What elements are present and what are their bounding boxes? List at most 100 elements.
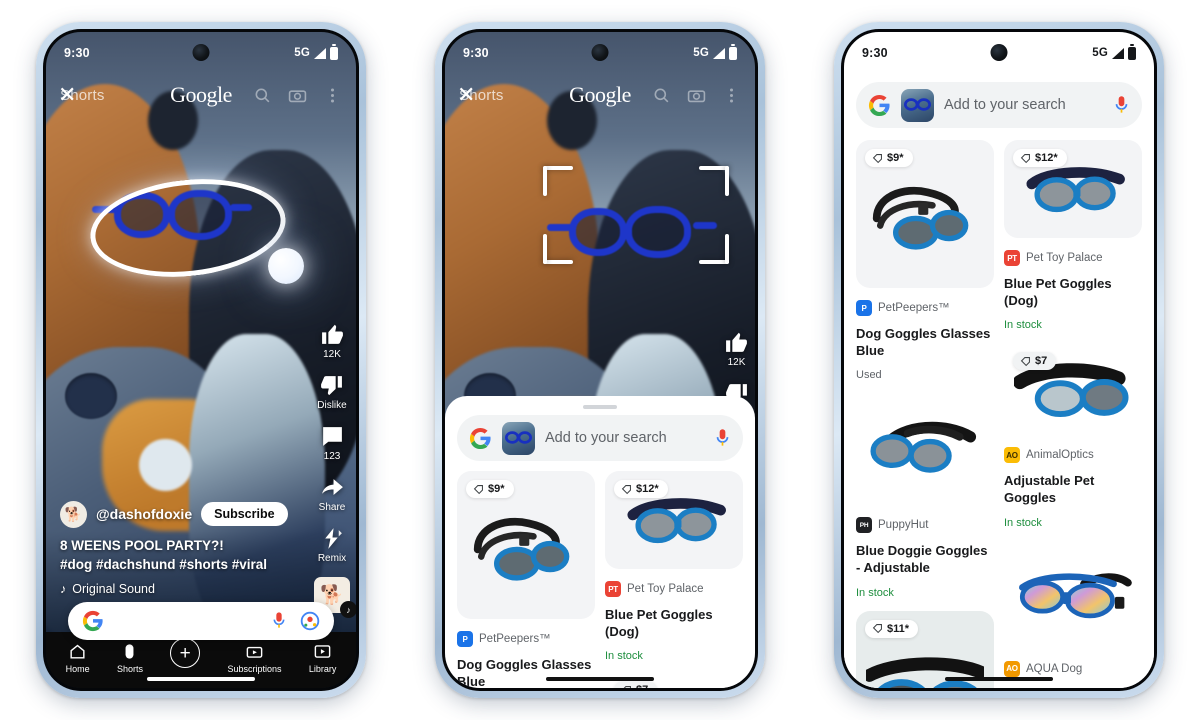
mic-icon[interactable] xyxy=(271,610,287,632)
merchant-row[interactable]: PT Pet Toy Palace xyxy=(605,581,743,597)
search-input[interactable]: Add to your search xyxy=(545,430,704,446)
google-wordmark: Google xyxy=(569,82,631,107)
create-icon: + xyxy=(170,638,201,668)
product-title[interactable]: Blue Doggie Goggles - Adjustable xyxy=(856,543,994,576)
product-status: In stock xyxy=(605,650,643,663)
search-icon[interactable] xyxy=(652,86,671,105)
product-card[interactable] xyxy=(1004,542,1142,649)
price-badge: $11* xyxy=(865,619,919,638)
dislike-button[interactable]: Dislike xyxy=(317,373,347,411)
google-search-pill[interactable] xyxy=(68,602,334,640)
search-input[interactable]: Add to your search xyxy=(944,97,1103,113)
product-title[interactable]: Blue Pet Goggles (Dog) xyxy=(605,607,743,640)
merchant-row[interactable]: PH PuppyHut xyxy=(856,517,994,534)
phone-2-screen: 9:30 5G Shorts ✕ Google 12K Add to your … xyxy=(445,32,755,688)
close-icon[interactable]: ✕ xyxy=(58,84,76,106)
lens-search-bar[interactable]: Add to your search xyxy=(856,82,1142,128)
product-title[interactable]: Puppy Goggles (Blue) Universal Size xyxy=(1004,687,1142,689)
share-button[interactable]: Share xyxy=(319,475,345,513)
front-camera-punch-hole xyxy=(192,44,210,61)
remix-button[interactable]: Remix xyxy=(318,526,346,564)
lens-results-sheet: Add to your search $9* P PetPeepers™ Dog… xyxy=(445,396,755,688)
nav-library[interactable]: Library xyxy=(309,642,336,674)
google-g-icon xyxy=(82,610,103,632)
channel-handle[interactable]: @dashofdoxie xyxy=(96,506,192,522)
overflow-menu-icon[interactable] xyxy=(323,86,342,105)
camera-icon[interactable] xyxy=(288,86,307,105)
merchant-row[interactable]: PT Pet Toy Palace xyxy=(1004,250,1142,266)
phone-3-product-results: $9* P PetPeepers™ Dog Goggles Glasses Bl… xyxy=(844,140,1154,688)
sheet-grabber[interactable] xyxy=(583,405,617,409)
product-title[interactable]: Blue Pet Goggles (Dog) xyxy=(1004,276,1142,309)
product-card[interactable]: $12* xyxy=(1004,140,1142,238)
mic-icon[interactable] xyxy=(714,427,731,450)
merchant-badge: P xyxy=(856,300,872,316)
lens-search-bar[interactable]: Add to your search xyxy=(457,415,743,461)
selected-region-thumbnail[interactable] xyxy=(502,421,535,455)
tag-icon xyxy=(872,153,882,163)
comments-button[interactable]: 123 xyxy=(320,424,345,462)
product-title[interactable]: Dog Goggles Glasses Blue xyxy=(457,657,595,688)
nav-home[interactable]: Home xyxy=(66,642,90,674)
android-home-indicator[interactable] xyxy=(945,677,1053,681)
avatar[interactable]: 🐕 xyxy=(60,500,87,528)
selected-region-thumbnail[interactable] xyxy=(901,88,934,122)
share-icon xyxy=(321,479,343,495)
android-home-indicator[interactable] xyxy=(147,677,255,681)
product-title[interactable]: Adjustable Pet Goggles xyxy=(1004,473,1142,506)
like-button[interactable]: 12K xyxy=(724,330,749,368)
search-icon[interactable] xyxy=(253,86,272,105)
bracket-bottom-left xyxy=(543,234,573,264)
android-home-indicator[interactable] xyxy=(546,677,654,681)
thumbs-up-icon xyxy=(726,332,747,352)
nav-shorts[interactable]: Shorts xyxy=(117,642,143,674)
lens-selection-brackets[interactable] xyxy=(543,166,729,264)
phone-1: 9:30 5G Shorts ✕ Google 12K Dislike 123 … xyxy=(36,22,366,698)
signal-icon xyxy=(1112,47,1124,59)
status-network: 5G xyxy=(693,47,709,59)
merchant-row[interactable]: AO AQUA Dog xyxy=(1004,660,1142,677)
camera-icon[interactable] xyxy=(687,86,706,105)
phone-1-topbar: Shorts ✕ Google xyxy=(46,74,356,116)
nav-shorts-label: Shorts xyxy=(116,664,143,674)
tag-icon xyxy=(872,624,882,634)
mic-icon[interactable] xyxy=(1113,94,1130,117)
product-card[interactable] xyxy=(856,393,994,506)
nav-home-label: Home xyxy=(65,664,90,674)
close-icon[interactable]: ✕ xyxy=(457,84,475,106)
nav-create[interactable]: + xyxy=(170,638,201,674)
screenshot-stage: 9:30 5G Shorts ✕ Google 12K Dislike 123 … xyxy=(0,0,1200,720)
merchant-badge: AO xyxy=(1004,660,1020,677)
merchant-badge: AO xyxy=(1004,447,1020,464)
merchant-badge: PH xyxy=(856,517,872,534)
results-column-left: $9* P PetPeepers™ Dog Goggles Glasses Bl… xyxy=(856,140,994,688)
product-card[interactable]: $9* xyxy=(856,140,994,288)
phone-2-bezel: 9:30 5G Shorts ✕ Google 12K Add to your … xyxy=(442,29,758,691)
nav-subscriptions[interactable]: Subscriptions xyxy=(228,642,282,674)
video-sound-row[interactable]: ♪ Original Sound xyxy=(60,582,298,596)
product-card[interactable]: $12* xyxy=(605,471,743,569)
subscribe-button[interactable]: Subscribe xyxy=(201,502,288,527)
price-text: $7 xyxy=(636,684,648,688)
merchant-name: Pet Toy Palace xyxy=(1026,252,1103,264)
product-card[interactable]: $7 xyxy=(1004,343,1142,436)
merchant-badge: P xyxy=(457,631,473,647)
video-hashtags[interactable]: #dog #dachshund #shorts #viral xyxy=(60,555,298,575)
price-badge: $7 xyxy=(614,681,658,688)
tag-icon xyxy=(623,685,631,688)
thumbs-up-icon xyxy=(321,324,343,344)
price-text: $9* xyxy=(488,483,505,495)
product-title[interactable]: Dog Goggles Glasses Blue xyxy=(856,326,994,359)
merchant-name: AnimalOptics xyxy=(1026,449,1094,462)
merchant-row[interactable]: P PetPeepers™ xyxy=(856,300,994,316)
like-button[interactable]: 12K xyxy=(320,322,345,360)
merchant-name: PetPeepers™ xyxy=(479,633,551,645)
tag-icon xyxy=(1020,153,1030,163)
merchant-row[interactable]: AO AnimalOptics xyxy=(1004,447,1142,464)
google-lens-icon[interactable] xyxy=(300,611,320,631)
results-column-right: $12* PT Pet Toy Palace Blue Pet Goggles … xyxy=(605,471,743,688)
phone-2-action-rail: 12K xyxy=(724,330,749,406)
product-card[interactable]: $9* xyxy=(457,471,595,619)
overflow-menu-icon[interactable] xyxy=(722,86,741,105)
merchant-row[interactable]: P PetPeepers™ xyxy=(457,631,595,647)
